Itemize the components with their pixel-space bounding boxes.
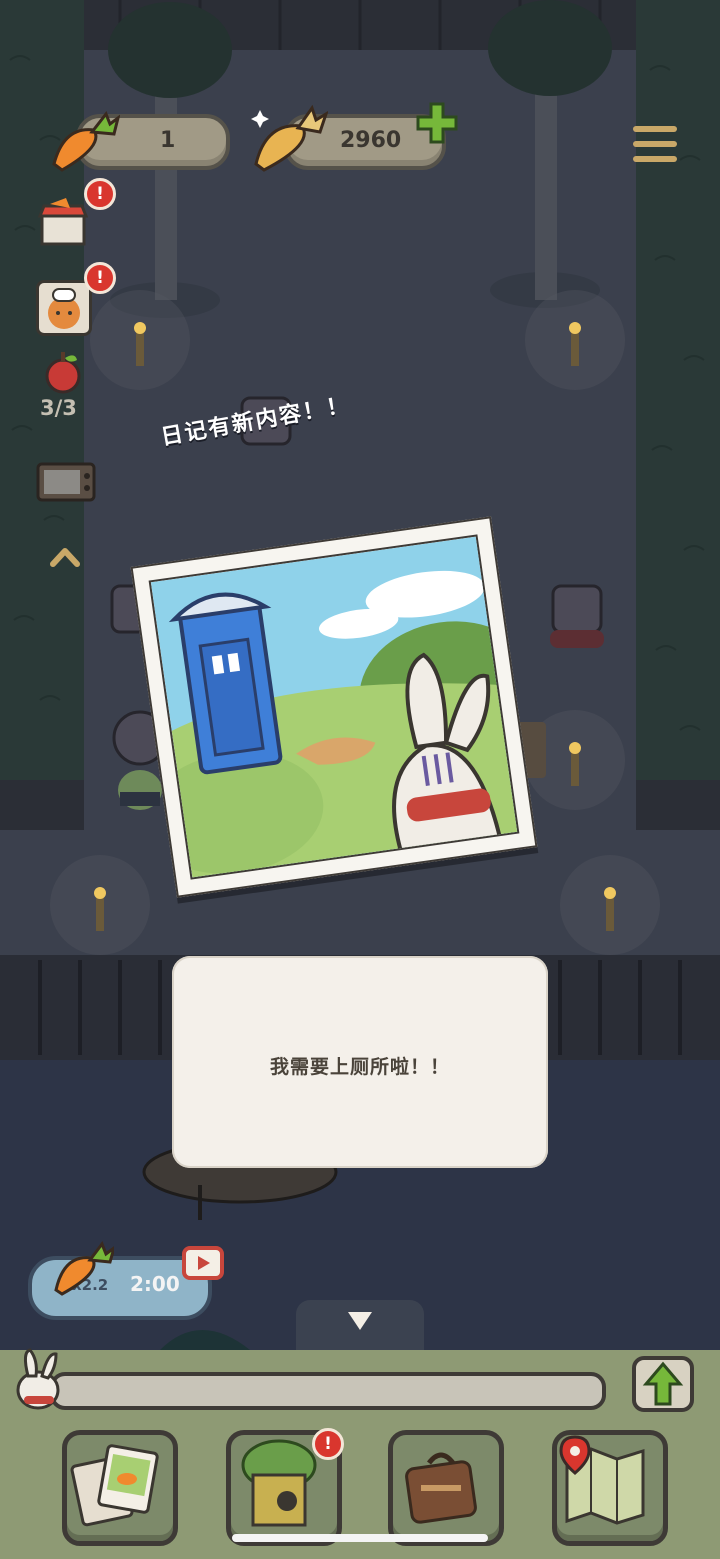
diary-photo-card[interactable] <box>130 516 538 898</box>
bunny-avatar-icon <box>16 1348 60 1410</box>
shop-alert-badge: ! <box>84 178 116 210</box>
gold-carrot-count: 2960 <box>340 128 402 153</box>
chevron-up-icon[interactable] <box>50 546 80 568</box>
message-dialog[interactable]: 我需要上厕所啦！！ <box>172 956 548 1168</box>
video-ad-icon[interactable] <box>182 1244 224 1282</box>
tree-house-alert-badge: ! <box>312 1428 344 1460</box>
gold-carrot-icon <box>251 104 328 172</box>
side-counter: 3/3 <box>40 396 77 420</box>
carrot-count: 1 <box>160 128 176 153</box>
dialog-message: 我需要上厕所啦！！ <box>269 1056 450 1078</box>
chef-alert-badge: ! <box>84 262 116 294</box>
suitcase-button[interactable] <box>388 1430 504 1546</box>
chef-fox-icon[interactable] <box>36 280 92 336</box>
photo-illustration <box>148 534 520 880</box>
map-button[interactable] <box>552 1430 668 1546</box>
progress-bar <box>50 1372 606 1410</box>
shop-stall-icon[interactable] <box>37 196 89 246</box>
triangle-down-icon[interactable] <box>346 1310 374 1332</box>
green-arrow-up-icon[interactable] <box>632 1356 694 1412</box>
map-icon <box>559 1435 645 1525</box>
apple-icon[interactable] <box>40 350 86 394</box>
suitcase-icon <box>405 1452 477 1524</box>
photo-album-button[interactable] <box>62 1430 178 1546</box>
hamburger-menu-icon[interactable] <box>630 122 680 166</box>
tv-icon[interactable] <box>36 462 96 502</box>
home-indicator[interactable] <box>232 1534 488 1542</box>
carrot-icon <box>52 111 120 172</box>
photo-album-icon <box>70 1444 159 1527</box>
plus-icon[interactable] <box>414 100 460 146</box>
boost-countdown: 2:00 <box>130 1272 180 1296</box>
boost-carrot-icon <box>54 1240 114 1296</box>
